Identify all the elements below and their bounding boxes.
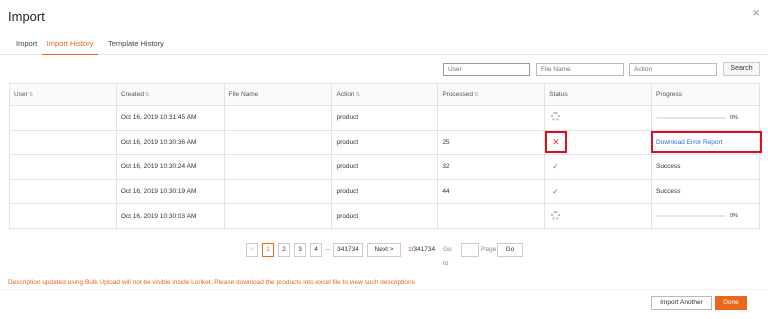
notice-text: Description updated using Bulk Upload wi… <box>8 279 415 286</box>
cell-file-name <box>223 178 333 205</box>
cell-created: Oct 16, 2019 10:31:45 AM <box>115 105 225 131</box>
cell-file-name <box>223 129 333 156</box>
footer-divider <box>0 289 768 290</box>
column-header-progress: Progress <box>650 83 761 106</box>
column-header-created[interactable]: Created⇅ <box>115 83 225 106</box>
page-button-last[interactable]: 341734 <box>333 243 363 257</box>
page-button-2[interactable]: 2 <box>278 243 290 257</box>
cell-user <box>9 129 117 156</box>
column-header-action[interactable]: Action⇅ <box>331 83 439 106</box>
column-header-label: Action <box>336 91 355 98</box>
sort-icon[interactable]: ⇅ <box>356 92 361 98</box>
column-header-user[interactable]: User⇅ <box>9 83 117 106</box>
cell-progress: 0% <box>650 105 761 131</box>
cell-user <box>9 105 117 131</box>
cell-processed <box>437 203 546 229</box>
cell-file-name <box>223 154 333 180</box>
table-row: Oct 16, 2019 10:31:45 AM product 0% <box>9 105 761 131</box>
progress-percent: 0% <box>729 213 738 220</box>
column-header-file-name: File Name <box>223 83 333 106</box>
cell-processed: 44 <box>437 178 546 205</box>
cell-user <box>9 203 117 229</box>
next-page-button[interactable]: Next > <box>367 243 401 257</box>
close-icon[interactable]: × <box>752 6 760 20</box>
page-button-1[interactable]: 1 <box>262 243 274 257</box>
user-filter-input[interactable] <box>443 63 530 76</box>
cell-progress: 0% <box>650 203 761 229</box>
column-header-label: User <box>14 91 28 98</box>
column-header-label: File Name <box>228 91 259 98</box>
spinner-icon <box>551 112 561 122</box>
search-button[interactable]: Search <box>723 62 760 76</box>
cell-action: product <box>331 178 439 205</box>
column-header-processed[interactable]: Processed⇅ <box>437 83 546 106</box>
check-icon: ✓ <box>552 162 559 172</box>
progress-highlight-box <box>651 131 762 153</box>
cell-status <box>544 203 652 229</box>
status-highlight-box <box>545 131 567 153</box>
goto-page-input[interactable] <box>461 243 479 257</box>
pagination-ellipsis: ... <box>324 243 332 257</box>
cell-created: Oct 16, 2019 10:30:24 AM <box>115 154 225 180</box>
table-row: Oct 16, 2019 10:30:36 AM product 25 ✕ Do… <box>9 129 761 156</box>
page-button-3[interactable]: 3 <box>294 243 306 257</box>
cell-status: ✓ <box>544 178 652 205</box>
cell-created: Oct 16, 2019 10:30:19 AM <box>115 178 225 205</box>
table-row: Oct 16, 2019 10:30:03 AM product 0% <box>9 203 761 229</box>
page-button-4[interactable]: 4 <box>310 243 322 257</box>
done-button[interactable]: Done <box>715 296 747 310</box>
cell-file-name <box>223 105 333 131</box>
cell-processed <box>437 105 546 131</box>
cell-status: ✓ <box>544 154 652 180</box>
table-row: Oct 16, 2019 10:30:19 AM product 44 ✓ Su… <box>9 178 761 205</box>
cell-action: product <box>331 203 439 229</box>
column-header-label: Progress <box>655 91 682 98</box>
tab-template-history[interactable]: Template History <box>108 38 164 55</box>
page-label: Page <box>481 246 497 253</box>
goto-label: Go to <box>443 246 452 267</box>
total-pages: /341734 <box>411 246 436 253</box>
cell-action: product <box>331 129 439 156</box>
import-history-table: User⇅ Created⇅ File Name Action⇅ Process… <box>9 83 761 229</box>
spinner-icon <box>551 210 561 220</box>
table-header-row: User⇅ Created⇅ File Name Action⇅ Process… <box>9 83 761 106</box>
cell-processed: 25 <box>437 129 546 156</box>
prev-page-button[interactable]: < <box>246 243 258 257</box>
sort-icon[interactable]: ⇅ <box>474 92 479 98</box>
sort-icon[interactable]: ⇅ <box>145 92 150 98</box>
column-header-label: Status <box>549 91 568 98</box>
column-header-label: Created <box>120 91 144 98</box>
modal-title: Import <box>8 9 45 24</box>
file-name-filter-input[interactable] <box>536 63 624 76</box>
go-button[interactable]: Go <box>497 243 523 257</box>
cell-processed: 32 <box>437 154 546 180</box>
cell-created: Oct 16, 2019 10:30:36 AM <box>115 129 225 156</box>
progress-percent: 0% <box>729 114 738 121</box>
cell-action: product <box>331 154 439 180</box>
import-another-button[interactable]: Import Another <box>651 296 712 310</box>
check-icon: ✓ <box>552 187 559 197</box>
cell-progress: Success <box>650 154 761 180</box>
cell-created: Oct 16, 2019 10:30:03 AM <box>115 203 225 229</box>
sort-icon[interactable]: ⇅ <box>29 92 34 98</box>
action-filter-input[interactable] <box>629 63 717 76</box>
tab-import-history[interactable]: Import History <box>42 38 98 55</box>
table-row: Oct 16, 2019 10:30:24 AM product 32 ✓ Su… <box>9 154 761 180</box>
cell-file-name <box>223 203 333 229</box>
tab-import[interactable]: Import <box>16 38 37 55</box>
tab-bar: Import Import History Template History <box>0 38 768 55</box>
progress-bar <box>655 116 726 119</box>
column-header-label: Processed <box>442 91 474 98</box>
cell-user <box>9 178 117 205</box>
page-count: 1/341734 <box>408 243 435 257</box>
column-header-status: Status <box>544 83 652 106</box>
cell-user <box>9 154 117 180</box>
cell-action: product <box>331 105 439 131</box>
cell-status <box>544 105 652 131</box>
progress-bar <box>655 215 726 218</box>
cell-progress: Success <box>650 178 761 205</box>
